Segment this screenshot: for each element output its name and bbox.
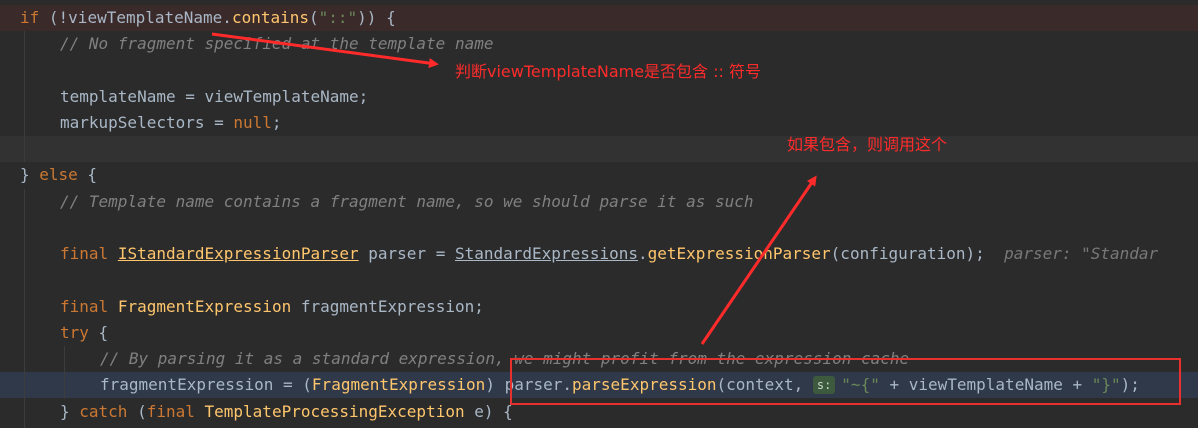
annotation-text-2: 如果包含，则调用这个 bbox=[787, 135, 948, 154]
arrow-2 bbox=[700, 175, 817, 345]
annotation-text-1: 判断viewTemplateName是否包含 :: 符号 bbox=[455, 62, 762, 81]
code-editor[interactable]: if (!viewTemplateName.contains("::")) { … bbox=[0, 0, 1198, 428]
arrow-1 bbox=[211, 32, 439, 69]
